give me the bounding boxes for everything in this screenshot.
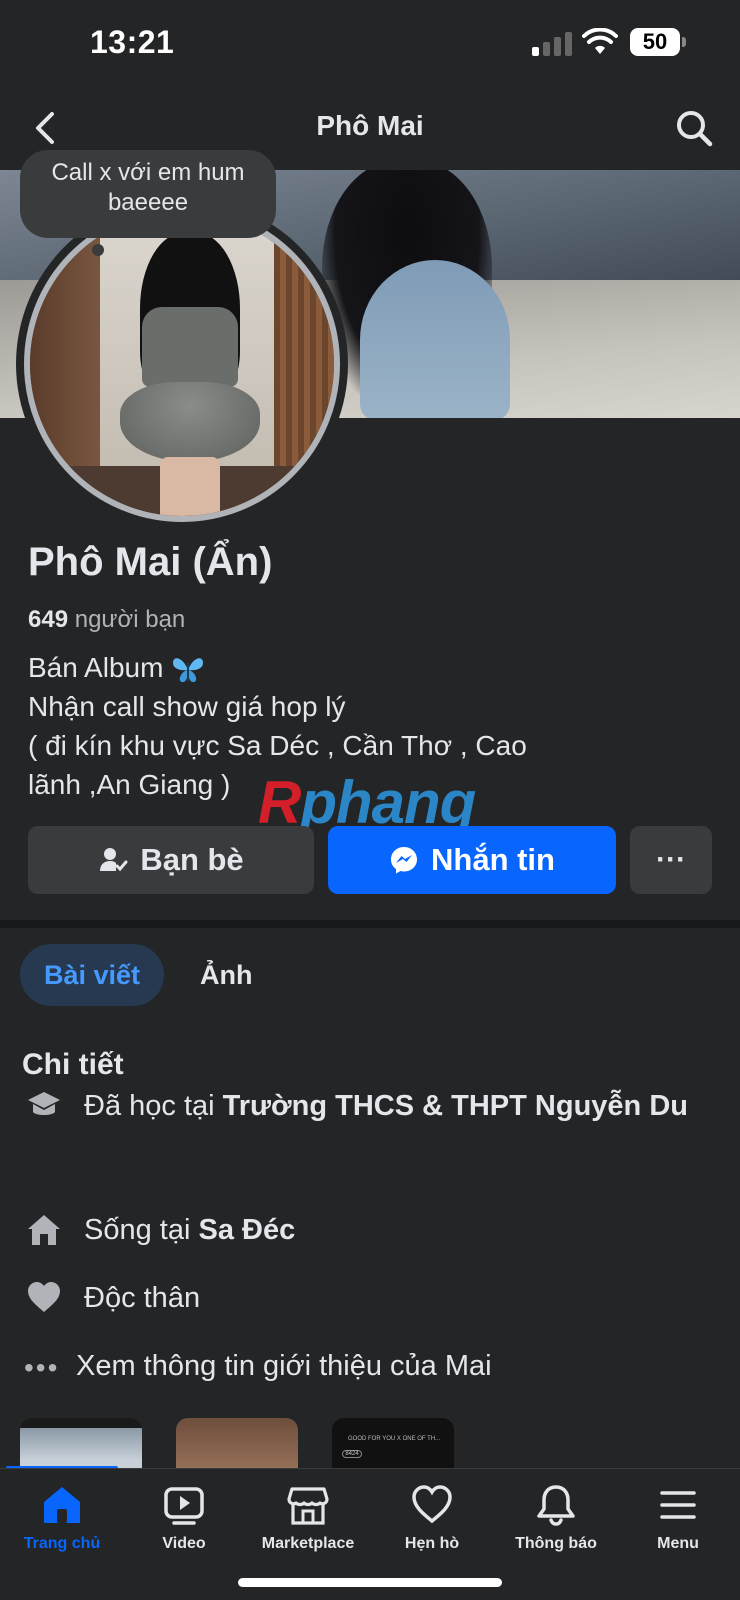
- detail-relationship[interactable]: Độc thân: [22, 1278, 722, 1322]
- marketplace-icon: [287, 1487, 329, 1525]
- profile-avatar[interactable]: [16, 198, 348, 530]
- tab-photos[interactable]: Ảnh: [200, 944, 252, 1006]
- featured-photo[interactable]: [20, 1418, 142, 1468]
- more-dots-icon: ···: [656, 843, 686, 876]
- profile-name: Phô Mai (Ẩn): [28, 540, 273, 584]
- status-bar: 13:21 50: [0, 0, 740, 88]
- dating-heart-icon: [412, 1485, 452, 1524]
- search-icon[interactable]: [672, 106, 716, 150]
- tab-video[interactable]: Video: [122, 1483, 246, 1573]
- bell-icon: [537, 1485, 575, 1526]
- tab-marketplace[interactable]: Marketplace: [246, 1483, 370, 1573]
- cellular-signal-icon: [532, 30, 574, 56]
- featured-photo[interactable]: [176, 1418, 298, 1468]
- home-indicator[interactable]: [238, 1578, 502, 1587]
- profile-note-text: Call x với em hum baeeee: [51, 159, 245, 216]
- section-divider: [0, 920, 740, 928]
- bio-line: Bán Album: [28, 648, 668, 687]
- heart-icon: [28, 1282, 60, 1312]
- messenger-icon: [391, 847, 417, 874]
- detail-education[interactable]: Đã học tại Trường THCS & THPT Nguyễn Du: [22, 1086, 722, 1170]
- friend-check-icon: [100, 848, 128, 872]
- status-time: 13:21: [90, 24, 175, 60]
- butterfly-icon: [173, 657, 204, 682]
- details-heading: Chi tiết: [22, 1048, 124, 1081]
- more-options-button[interactable]: ···: [630, 826, 712, 894]
- menu-icon: [660, 1491, 696, 1519]
- tab-posts[interactable]: Bài viết: [20, 944, 164, 1006]
- featured-photo[interactable]: GOOD FOR YOU X ONE OF TH... 8424: [332, 1418, 454, 1468]
- wifi-icon: [582, 28, 618, 54]
- home-icon: [44, 1487, 80, 1523]
- profile-note-bubble[interactable]: Call x với em hum baeeee: [20, 150, 276, 238]
- friends-count[interactable]: 649 người bạn: [28, 606, 185, 634]
- tab-menu[interactable]: Menu: [616, 1483, 740, 1573]
- message-button[interactable]: Nhắn tin: [328, 826, 616, 894]
- battery-indicator: 50: [630, 28, 686, 56]
- education-icon: [28, 1092, 60, 1115]
- video-icon: [164, 1487, 204, 1525]
- more-horizontal-icon: •••: [24, 1352, 60, 1383]
- detail-lives-in[interactable]: Sống tại Sa Đéc: [22, 1210, 722, 1254]
- tab-notifications[interactable]: Thông báo: [494, 1483, 618, 1573]
- friends-button[interactable]: Bạn bè: [28, 826, 314, 894]
- featured-photos: GOOD FOR YOU X ONE OF TH... 8424: [0, 1418, 740, 1468]
- bio-line: ( đi kín khu vực Sa Déc , Cần Thơ , Cao: [28, 730, 527, 761]
- profile-actions: Bạn bè Nhắn tin ···: [28, 826, 712, 894]
- home-icon: [28, 1215, 60, 1245]
- bio-line: Nhận call show giá hop lý: [28, 691, 346, 722]
- page-title: Phô Mai: [316, 110, 424, 141]
- see-about-link[interactable]: Xem thông tin giới thiệu của Mai: [76, 1350, 492, 1383]
- tab-dating[interactable]: Hẹn hò: [370, 1483, 494, 1573]
- tab-home[interactable]: Trang chủ: [0, 1483, 124, 1573]
